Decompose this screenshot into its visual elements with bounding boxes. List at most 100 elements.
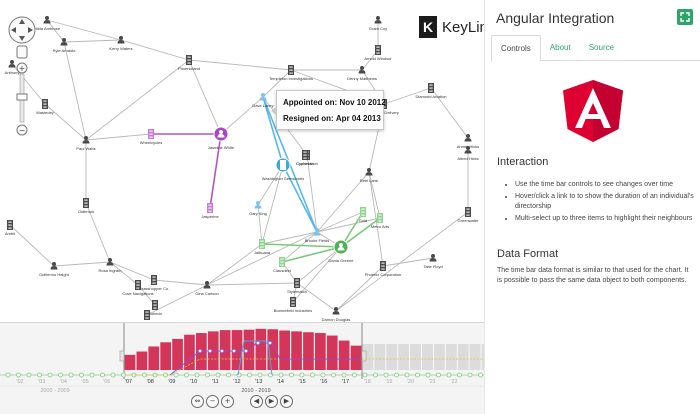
person-node[interactable]: Paul Watts bbox=[76, 136, 96, 151]
histogram-bar[interactable] bbox=[326, 335, 338, 370]
company-node[interactable]: Jalbuana bbox=[254, 239, 271, 255]
network-chart[interactable]: Hilda Ambrose Grant Coy Kerry Waters Ryle A… bbox=[0, 0, 484, 322]
list-item: Use the time bar controls to see changes… bbox=[515, 180, 695, 190]
node-label: Gary King bbox=[249, 211, 267, 216]
series-point-green bbox=[331, 372, 336, 378]
histogram-bar[interactable] bbox=[136, 351, 148, 370]
graph-link[interactable] bbox=[85, 59, 190, 141]
person-node[interactable]: Reel Lane bbox=[360, 168, 379, 183]
company-node[interactable]: Diamond Aviation bbox=[415, 83, 447, 99]
company-node[interactable]: Stylematch bbox=[287, 278, 307, 294]
series-point-green bbox=[310, 372, 315, 378]
histogram-bar[interactable] bbox=[338, 340, 350, 370]
person-node[interactable]: Ryle Arnaldo bbox=[53, 38, 76, 53]
series-point-green bbox=[5, 372, 11, 378]
graph-link[interactable] bbox=[296, 282, 337, 312]
graph-link[interactable] bbox=[188, 59, 292, 71]
histogram-bar[interactable] bbox=[315, 333, 326, 370]
company-node[interactable]: Cyclonian bbox=[296, 150, 314, 166]
histogram-bar[interactable] bbox=[160, 342, 171, 370]
step-back-button[interactable]: ◀ bbox=[250, 395, 263, 408]
node-label: Reel Lane bbox=[360, 178, 379, 183]
person-node[interactable]: Dania Greene bbox=[329, 239, 355, 263]
highlighted-link[interactable] bbox=[261, 243, 342, 248]
company-node[interactable]: Wheelcycles bbox=[140, 129, 162, 145]
person-node[interactable]: Grant Coy bbox=[369, 16, 387, 31]
series-point-green bbox=[16, 372, 21, 378]
company-node[interactable]: Grasshopper Co. bbox=[139, 275, 169, 291]
graph-link[interactable] bbox=[206, 282, 298, 286]
person-node[interactable]: Gary King bbox=[249, 201, 267, 216]
year-tick-label: '13 bbox=[255, 379, 262, 385]
tab-source[interactable]: Source bbox=[580, 35, 623, 61]
series-point-green bbox=[173, 372, 179, 378]
histogram-bar[interactable] bbox=[148, 346, 160, 370]
graph-link[interactable] bbox=[188, 59, 222, 135]
person-node[interactable]: Denny Matthews bbox=[347, 66, 377, 81]
histogram-bar[interactable] bbox=[279, 330, 290, 370]
tab-about[interactable]: About bbox=[541, 35, 580, 61]
series-point-green bbox=[278, 372, 284, 378]
histogram-bar[interactable] bbox=[350, 345, 362, 370]
person-node[interactable]: Ahmet Hicks bbox=[457, 134, 479, 149]
graph-link[interactable] bbox=[63, 39, 122, 43]
company-node[interactable]: Ambit bbox=[5, 220, 16, 236]
right-grip[interactable] bbox=[361, 350, 367, 362]
series-point-green bbox=[47, 372, 53, 378]
company-node[interactable]: Arnold Windsor bbox=[364, 45, 392, 61]
graph-link[interactable] bbox=[153, 279, 208, 286]
company-node[interactable]: Boomefield Industries bbox=[274, 297, 312, 313]
year-tick-label: '16 bbox=[320, 379, 327, 385]
node-label: Oldbrook bbox=[78, 209, 94, 214]
node-label: Jasperine bbox=[201, 214, 219, 219]
year-tick-label: '05 bbox=[82, 379, 89, 385]
series-point-purple bbox=[219, 348, 225, 354]
person-node[interactable]: Jasmine White bbox=[208, 126, 235, 150]
resigned-label: Resigned on: bbox=[283, 114, 334, 123]
company-node[interactable]: Metro Arts bbox=[371, 213, 389, 229]
graph-link[interactable] bbox=[109, 261, 139, 286]
step-forward-button[interactable]: ▶ bbox=[280, 395, 293, 408]
company-node[interactable]: Greenwater bbox=[458, 207, 480, 223]
network-graph[interactable]: Hilda Ambrose Grant CoyKerry WatersRyle A… bbox=[0, 0, 484, 322]
person-node[interactable]: Gina Carlson bbox=[195, 281, 219, 296]
tab-controls[interactable]: Controls bbox=[491, 35, 541, 62]
histogram-bar[interactable] bbox=[124, 354, 136, 370]
node-label: Paul Watts bbox=[76, 146, 95, 151]
company-node[interactable]: Jasperine bbox=[201, 203, 219, 219]
series-point-green bbox=[341, 372, 347, 378]
year-tick-label: '20 bbox=[407, 379, 414, 385]
graph-link[interactable] bbox=[9, 224, 55, 267]
decade-label: 2010 - 2019 bbox=[241, 388, 270, 394]
node-label: Grant Coy bbox=[369, 26, 387, 31]
time-bar-controls: ⇔ − + ◀ ▶ ▶ bbox=[191, 395, 293, 408]
zoom-out-button[interactable]: − bbox=[206, 395, 219, 408]
person-node[interactable]: Damon Douglas bbox=[322, 307, 351, 322]
graph-link[interactable] bbox=[335, 211, 469, 312]
company-node[interactable]: Clausdest bbox=[273, 257, 292, 273]
company-node[interactable]: Phoenix Corporation bbox=[365, 261, 401, 277]
graph-link[interactable] bbox=[63, 41, 87, 141]
node-label: Brooke Fields bbox=[305, 238, 329, 243]
svg-text:−: − bbox=[19, 126, 26, 135]
year-tick-label: '10 bbox=[190, 379, 197, 385]
person-node[interactable]: Guillermo Haight bbox=[39, 262, 70, 277]
histogram-bar[interactable] bbox=[291, 331, 302, 370]
series-point-green bbox=[236, 372, 242, 378]
graph-link[interactable] bbox=[53, 261, 111, 267]
person-node[interactable]: Taite Floyd bbox=[423, 254, 443, 269]
fullscreen-button[interactable] bbox=[677, 9, 693, 25]
year-tick-label: '11 bbox=[212, 379, 219, 385]
company-node[interactable]: Oldbrook bbox=[78, 198, 94, 214]
histogram-bar[interactable] bbox=[255, 328, 267, 370]
series-point-green bbox=[184, 372, 189, 378]
play-button[interactable]: ▶ bbox=[265, 395, 278, 408]
company-node[interactable]: Templeton Investigations bbox=[269, 65, 313, 81]
zoom-in-button[interactable]: + bbox=[221, 395, 234, 408]
left-grip[interactable] bbox=[119, 350, 125, 362]
histogram-bar[interactable] bbox=[303, 332, 314, 370]
navigation-control[interactable]: + − bbox=[6, 14, 42, 146]
company-node[interactable]: Gold bbox=[359, 207, 367, 223]
fit-range-button[interactable]: ⇔ bbox=[191, 395, 204, 408]
appointed-label: Appointed on: bbox=[283, 98, 338, 107]
